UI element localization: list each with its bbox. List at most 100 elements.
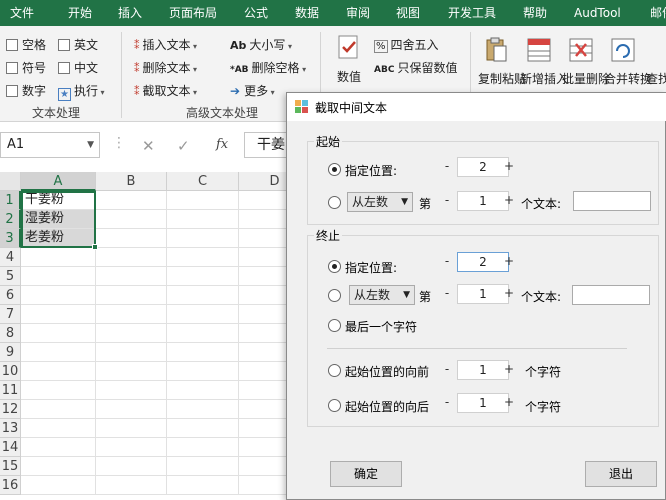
table-cell[interactable] [167,191,239,210]
tab-mail[interactable]: 邮件 [650,0,666,26]
end-nth-decrement[interactable]: - [439,284,455,304]
table-cell[interactable] [167,286,239,305]
table-cell[interactable]: 干姜粉 [21,191,96,210]
table-cell[interactable] [21,476,96,495]
table-cell[interactable] [96,476,167,495]
extract-text-button[interactable]: ⁑ 截取文本 ▾ [134,82,197,99]
option-english[interactable]: 英文 [58,36,98,53]
end-last-char-radio[interactable] [328,319,341,332]
start-nth-radio[interactable] [328,196,341,209]
table-cell[interactable] [167,438,239,457]
row-header[interactable]: 16 [0,476,21,495]
option-number[interactable]: 数字 [6,82,46,99]
start-nth-increment[interactable]: + [501,191,517,211]
find-locate-button[interactable]: 查找定位 [646,70,666,87]
merge-convert-button[interactable]: 合并转换 [604,70,652,87]
batch-delete-icon[interactable] [568,36,594,64]
table-cell[interactable] [167,362,239,381]
row-header[interactable]: 5 [0,267,21,286]
table-cell[interactable] [167,305,239,324]
checkbox-icon[interactable] [6,62,18,74]
clipboard-icon[interactable] [483,36,509,64]
table-cell[interactable] [21,343,96,362]
tab-audtool[interactable]: AudTool [574,0,621,26]
tab-page-layout[interactable]: 页面布局 [169,0,217,26]
tab-data[interactable]: 数据 [295,0,319,26]
end-position-radio[interactable] [328,260,341,273]
row-header[interactable]: 7 [0,305,21,324]
execute-button[interactable]: ★ 执行 ▾ [58,82,105,101]
row-header[interactable]: 14 [0,438,21,457]
confirm-icon[interactable]: ✓ [177,137,190,155]
table-cell[interactable] [167,457,239,476]
case-button[interactable]: Ab 大小写 ▾ [230,36,292,53]
table-cell[interactable] [167,267,239,286]
table-cell[interactable] [167,381,239,400]
insert-rows-icon[interactable] [526,36,552,64]
ok-button[interactable]: 确定 [330,461,402,487]
tab-developer[interactable]: 开发工具 [448,0,496,26]
tab-file[interactable]: 文件 [10,0,34,26]
start-position-increment[interactable]: + [501,157,517,177]
row-header[interactable]: 1 [0,191,21,210]
table-cell[interactable] [167,476,239,495]
table-cell[interactable] [21,324,96,343]
table-cell[interactable] [167,419,239,438]
copy-paste-button[interactable]: 复制粘贴 [478,70,526,87]
tab-insert[interactable]: 插入 [118,0,142,26]
checkbox-icon[interactable] [6,39,18,51]
insert-function-icon[interactable]: fx [216,137,228,152]
round-button[interactable]: % 四舍五入 [374,36,439,53]
end-before-decrement[interactable]: - [439,360,455,380]
table-cell[interactable] [167,324,239,343]
checkbox-icon[interactable] [58,39,70,51]
column-header-b[interactable]: B [96,172,167,191]
end-before-increment[interactable]: + [501,360,517,380]
table-cell[interactable] [21,362,96,381]
table-cell[interactable] [96,286,167,305]
table-cell[interactable] [21,457,96,476]
table-cell[interactable] [21,381,96,400]
checkbox-icon[interactable] [58,62,70,74]
numeric-icon[interactable] [336,34,362,62]
delete-text-button[interactable]: ⁑ 删除文本 ▾ [134,59,197,76]
start-nth-decrement[interactable]: - [439,191,455,211]
start-position-radio[interactable] [328,163,341,176]
end-text-input[interactable] [572,285,650,305]
option-space[interactable]: 空格 [6,36,46,53]
row-header[interactable]: 13 [0,419,21,438]
row-header[interactable]: 10 [0,362,21,381]
chevron-down-icon[interactable]: ▼ [87,133,94,157]
end-nth-radio[interactable] [328,289,341,302]
end-after-radio[interactable] [328,399,341,412]
start-text-input[interactable] [573,191,651,211]
row-header[interactable]: 11 [0,381,21,400]
exit-button[interactable]: 退出 [585,461,657,487]
end-direction-select[interactable]: 从左数 ▼ [349,285,415,305]
table-cell[interactable] [21,438,96,457]
table-cell[interactable] [96,400,167,419]
option-symbol[interactable]: 符号 [6,59,46,76]
fill-handle[interactable] [92,244,98,250]
table-cell[interactable] [21,400,96,419]
table-cell[interactable] [167,248,239,267]
table-cell[interactable] [167,210,239,229]
end-position-increment[interactable]: + [501,252,517,272]
table-cell[interactable] [167,400,239,419]
row-header[interactable]: 9 [0,343,21,362]
checkbox-icon[interactable] [6,85,18,97]
column-header-c[interactable]: C [167,172,239,191]
tab-review[interactable]: 审阅 [346,0,370,26]
table-cell[interactable] [21,267,96,286]
add-insert-button[interactable]: 新增插入 [520,70,568,87]
end-after-increment[interactable]: + [501,393,517,413]
table-cell[interactable] [96,438,167,457]
table-cell[interactable] [167,343,239,362]
table-cell[interactable] [96,305,167,324]
keep-number-button[interactable]: ABC 只保留数值 [374,59,457,76]
dialog-title-bar[interactable]: 截取中间文本 [287,93,666,121]
table-cell[interactable] [96,267,167,286]
tab-view[interactable]: 视图 [396,0,420,26]
table-cell[interactable] [96,191,167,210]
table-cell[interactable] [96,362,167,381]
